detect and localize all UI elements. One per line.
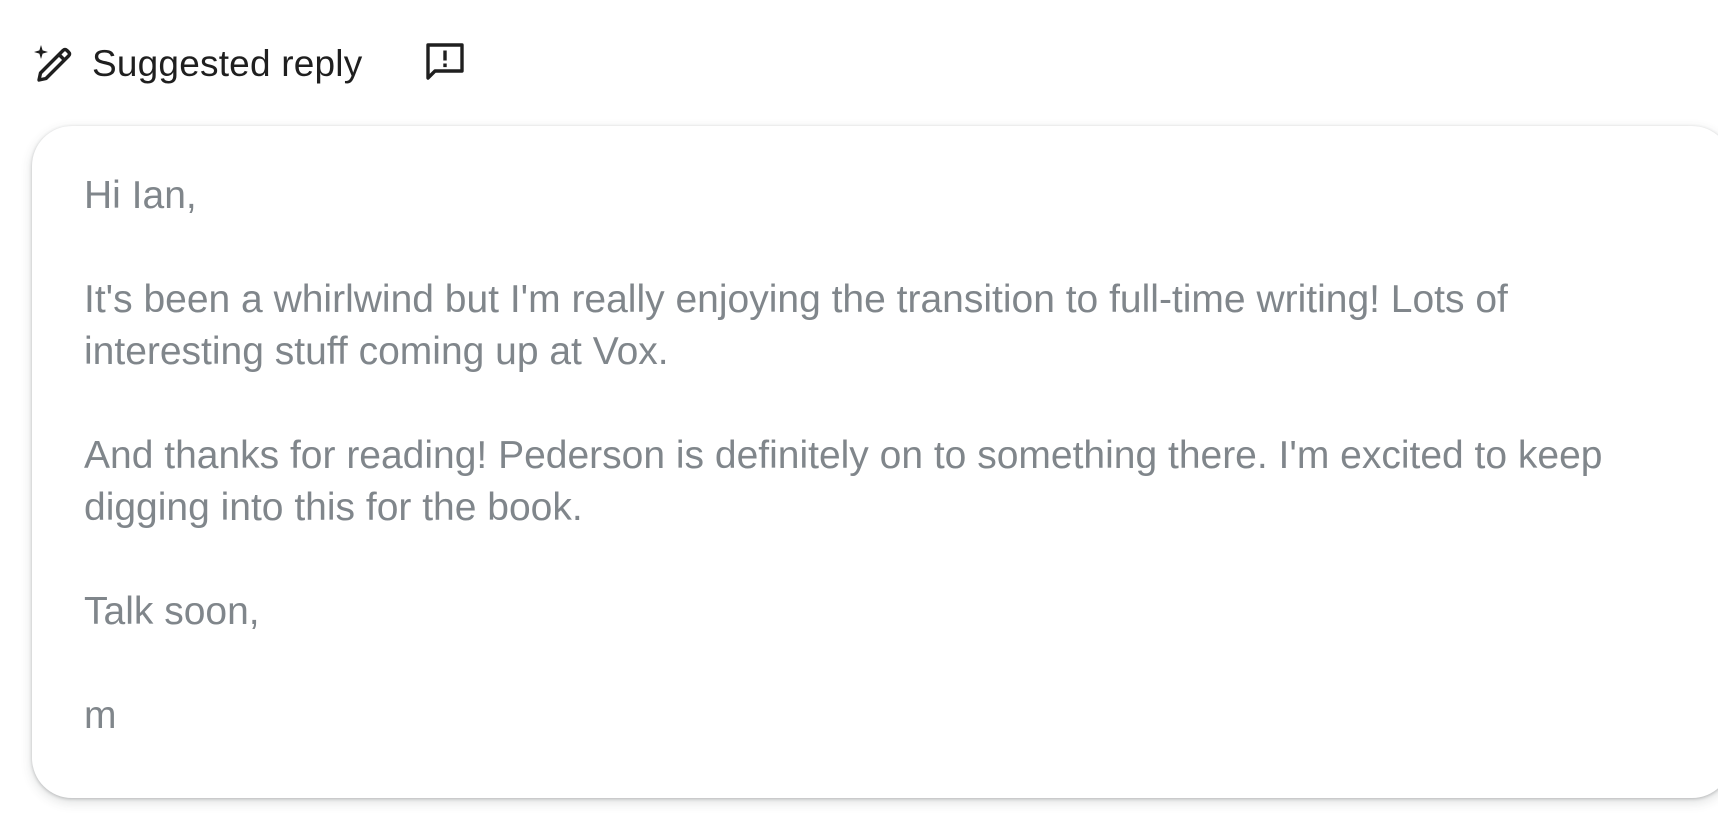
reply-paragraph: And thanks for reading! Pederson is defi… <box>84 434 1603 529</box>
reply-body: Hi Ian, It's been a whirlwind but I'm re… <box>84 170 1680 742</box>
feedback-button[interactable] <box>422 41 468 87</box>
feedback-icon <box>423 40 467 89</box>
suggested-reply-title: Suggested reply <box>92 43 363 84</box>
reply-greeting: Hi Ian, <box>84 174 197 217</box>
reply-signoff: Talk soon, <box>84 590 260 633</box>
reply-signature: m <box>84 694 117 737</box>
suggested-reply-header: Suggested reply <box>32 36 468 92</box>
magic-pen-icon <box>32 42 76 86</box>
reply-paragraph: It's been a whirlwind but I'm really enj… <box>84 278 1508 373</box>
suggested-reply-card[interactable]: Hi Ian, It's been a whirlwind but I'm re… <box>32 126 1718 798</box>
